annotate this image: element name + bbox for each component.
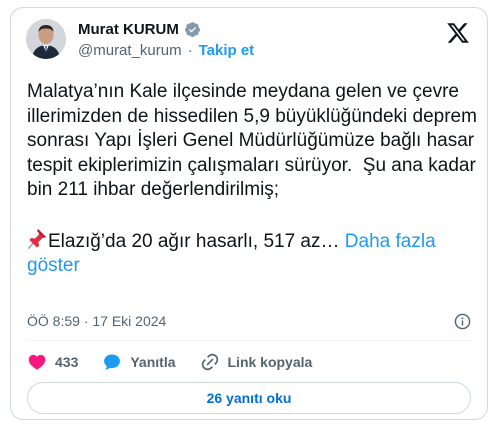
author-handle-row: @murat_kurum · Takip et [78, 42, 254, 59]
author-name-row: Murat KURUM [78, 21, 201, 38]
avatar[interactable] [26, 19, 66, 59]
x-logo-icon[interactable] [446, 21, 470, 45]
tweet-timestamp[interactable]: ÖÖ 8:59 · 17 Eki 2024 [27, 313, 166, 329]
tweet-body: Malatya’nın Kale ilçesinde meydana gelen… [27, 81, 483, 201]
like-button[interactable]: 433 [27, 352, 78, 372]
author-name[interactable]: Murat KURUM [78, 21, 179, 38]
read-replies-button[interactable]: 26 yanıtı oku [27, 382, 471, 414]
copy-link-label: Link kopyala [227, 354, 313, 370]
reply-bubble-icon [104, 354, 121, 370]
pushpin-icon [28, 228, 46, 249]
tweet-second-line: Elazığ’da 20 ağır hasarlı, 517 az… [48, 230, 340, 252]
copy-link-button[interactable]: Link kopyala [200, 352, 313, 372]
link-icon [201, 353, 218, 371]
verified-badge-icon [184, 22, 200, 37]
heart-icon [28, 354, 46, 370]
tweet-text: Malatya’nın Kale ilçesinde meydana gelen… [27, 80, 477, 279]
info-icon[interactable] [454, 313, 471, 330]
author-handle[interactable]: @murat_kurum [78, 42, 182, 59]
divider [27, 340, 471, 341]
action-bar: 433 Yanıtla Link kopyala [27, 352, 336, 372]
follow-button[interactable]: Takip et [199, 42, 255, 59]
like-count: 433 [55, 354, 79, 370]
reply-label: Yanıtla [130, 354, 176, 370]
tweet-card: Murat KURUM @murat_kurum · Takip et Mala… [10, 7, 488, 420]
reply-button[interactable]: Yanıtla [102, 352, 176, 372]
tweet-second-paragraph: Elazığ’da 20 ağır hasarlı, 517 az… Daha … [27, 228, 477, 279]
separator-dot: · [187, 42, 193, 59]
avatar-image [26, 19, 66, 59]
